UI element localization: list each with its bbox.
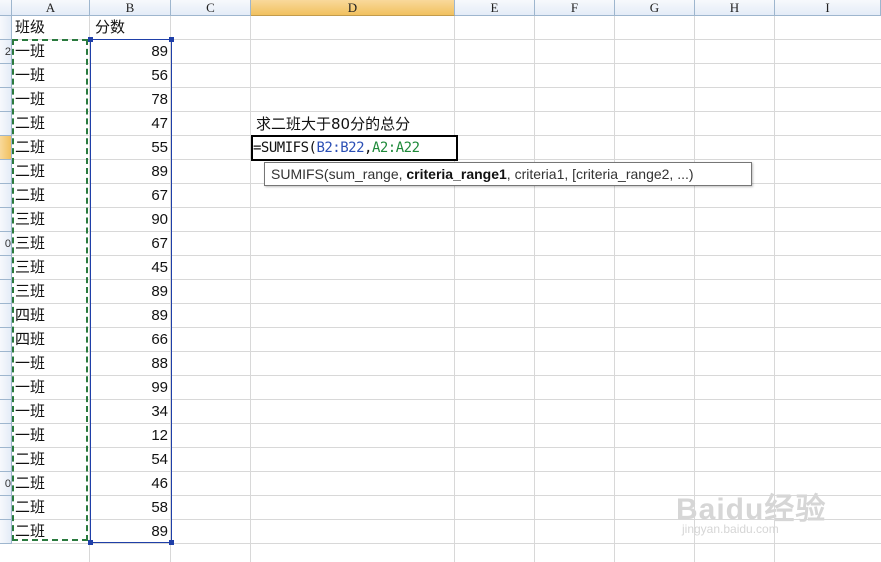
row-header[interactable] xyxy=(0,88,12,112)
note-cell[interactable]: 求二班大于80分的总分 xyxy=(256,113,410,136)
row-header[interactable] xyxy=(0,16,12,40)
range-handle-top-left[interactable] xyxy=(88,37,93,42)
row-header[interactable] xyxy=(0,496,12,520)
row-header[interactable] xyxy=(0,304,12,328)
row-header[interactable] xyxy=(0,424,12,448)
tooltip-arg-sum-range[interactable]: sum_range, xyxy=(329,166,407,182)
row-header[interactable] xyxy=(0,280,12,304)
tooltip-func: SUMIFS( xyxy=(271,166,329,182)
row-header[interactable] xyxy=(0,520,12,544)
watermark-url: jingyan.baidu.com xyxy=(682,522,779,536)
formula-edit[interactable]: =SUMIFS(B2:B22,A2:A22 xyxy=(253,136,420,160)
row-header[interactable] xyxy=(0,184,12,208)
row-header[interactable] xyxy=(0,112,12,136)
grid-vline xyxy=(534,16,535,562)
grid-vline xyxy=(774,16,775,562)
formula-separator: , xyxy=(364,140,372,156)
column-header-b[interactable]: B xyxy=(90,0,171,16)
row-header[interactable] xyxy=(0,328,12,352)
formula-prefix: =SUMIFS( xyxy=(253,140,317,156)
cell-a1[interactable]: 班级 xyxy=(15,16,87,39)
formula-ref-criteria-range: A2:A22 xyxy=(371,140,420,156)
spreadsheet: A B C D E F G H I 2 0 0 班级 分数 一班 89 一班 56 一班 78 二班 47 二班 55 二班 89… xyxy=(0,0,881,562)
grid-vline xyxy=(694,16,695,562)
cell-b1[interactable]: 分数 xyxy=(95,16,167,39)
column-header-i[interactable]: I xyxy=(775,0,881,16)
select-all-corner[interactable] xyxy=(0,0,12,16)
column-header-c[interactable]: C xyxy=(171,0,251,16)
row-header[interactable] xyxy=(0,352,12,376)
row-header[interactable] xyxy=(0,376,12,400)
column-header-g[interactable]: G xyxy=(615,0,695,16)
row-header[interactable] xyxy=(0,208,12,232)
function-tooltip[interactable]: SUMIFS(sum_range, criteria_range1, crite… xyxy=(264,162,752,186)
grid-vline xyxy=(250,16,251,562)
row-header[interactable] xyxy=(0,160,12,184)
tooltip-arg-rest: , criteria1, [criteria_range2, ...) xyxy=(506,166,694,182)
grid-vline xyxy=(614,16,615,562)
row-header[interactable] xyxy=(0,400,12,424)
range-handle-bottom-right[interactable] xyxy=(169,540,174,545)
range-handle-top-right[interactable] xyxy=(169,37,174,42)
column-header-d[interactable]: D xyxy=(251,0,455,16)
range-handle-bottom-left[interactable] xyxy=(88,540,93,545)
column-header-e[interactable]: E xyxy=(455,0,535,16)
row-header[interactable]: 0 xyxy=(0,472,12,496)
row-header[interactable]: 0 xyxy=(0,232,12,256)
grid-hline xyxy=(12,543,881,544)
tooltip-arg-current[interactable]: criteria_range1 xyxy=(406,166,506,182)
row-header[interactable] xyxy=(0,64,12,88)
formula-ref-sum-range: B2:B22 xyxy=(316,140,365,156)
column-header-f[interactable]: F xyxy=(535,0,615,16)
copy-marquee-range-a xyxy=(12,39,88,541)
row-header[interactable] xyxy=(0,136,12,160)
column-header-a[interactable]: A xyxy=(12,0,90,16)
selection-range-b[interactable] xyxy=(90,39,172,543)
row-header[interactable] xyxy=(0,448,12,472)
watermark: Baidu经验 jingyan.baidu.com xyxy=(676,484,826,536)
grid-vline xyxy=(454,16,455,562)
row-header[interactable]: 2 xyxy=(0,40,12,64)
column-header-h[interactable]: H xyxy=(695,0,775,16)
row-header[interactable] xyxy=(0,256,12,280)
